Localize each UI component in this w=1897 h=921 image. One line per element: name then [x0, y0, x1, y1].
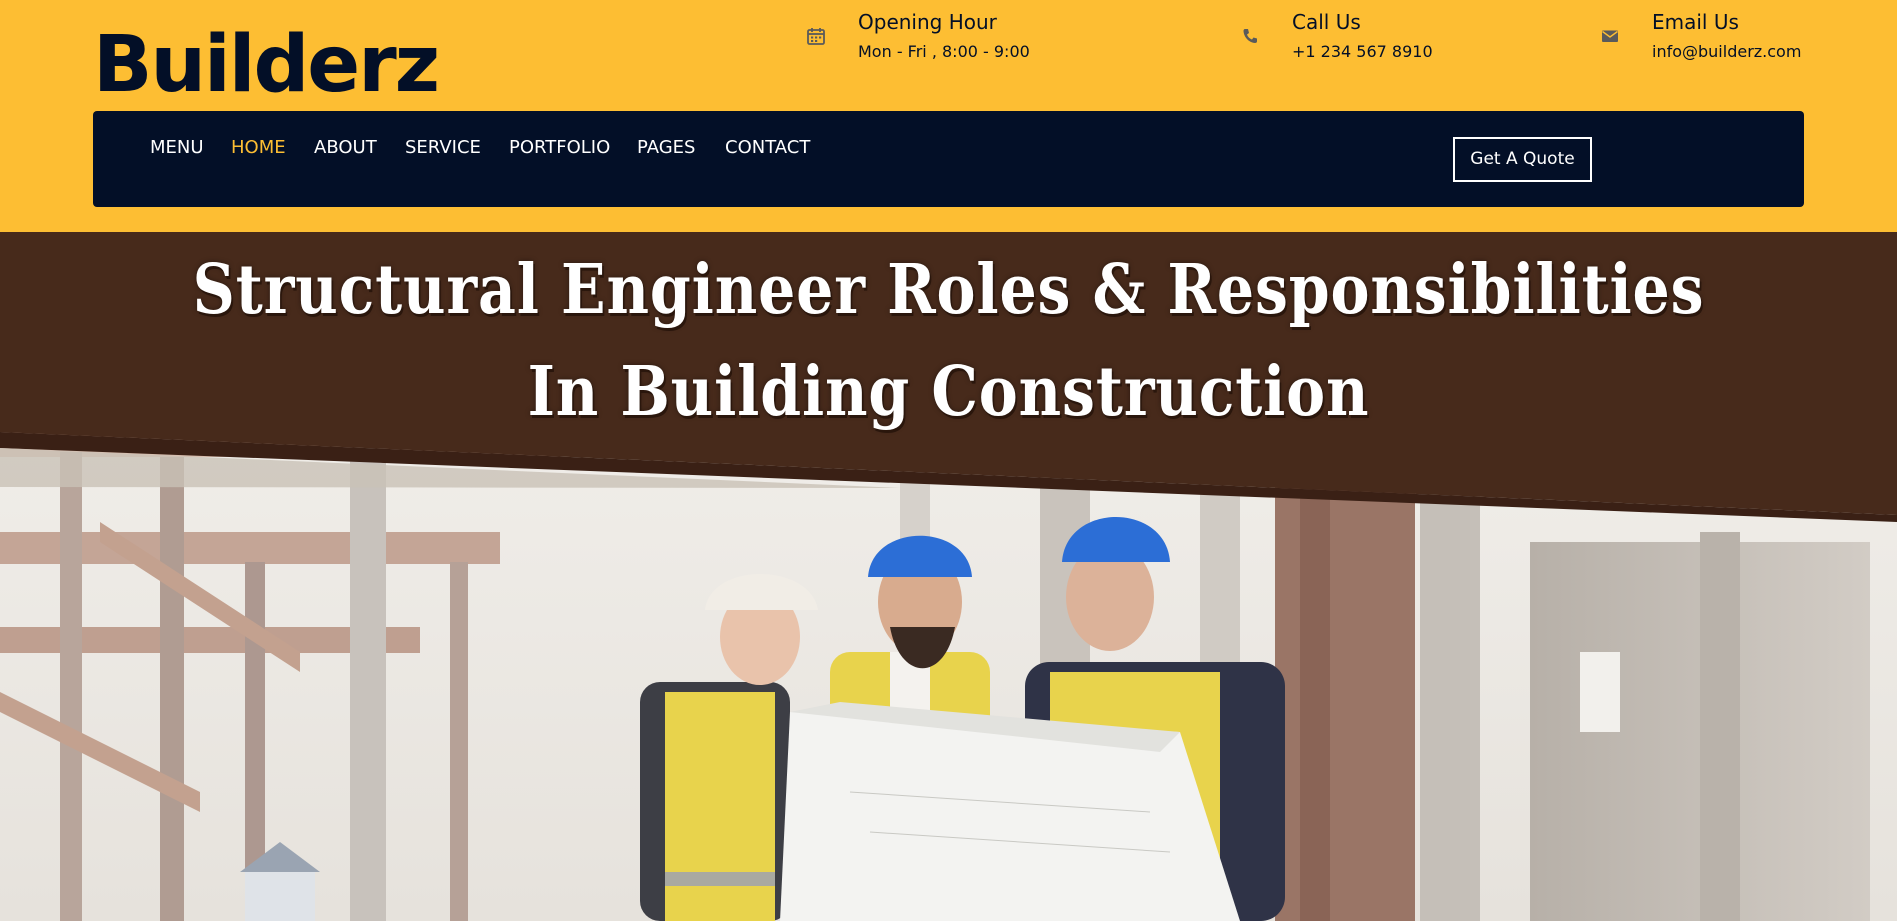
email-us-address[interactable]: info@builderz.com	[1652, 42, 1801, 61]
site-logo[interactable]: Builderz	[93, 22, 440, 108]
opening-hours-value: Mon - Fri , 8:00 - 9:00	[858, 42, 1030, 61]
nav-item-menu[interactable]: MENU	[150, 137, 204, 158]
opening-hours-title: Opening Hour	[858, 10, 997, 34]
hero-image	[0, 232, 1897, 921]
call-us-title: Call Us	[1292, 10, 1361, 34]
nav-item-portfolio[interactable]: PORTFOLIO	[509, 137, 610, 158]
top-header: Builderz Opening Hour Mon - Fri , 8:00 -…	[0, 0, 1897, 232]
calendar-icon	[806, 26, 828, 48]
envelope-icon	[1600, 26, 1622, 48]
get-a-quote-button[interactable]: Get A Quote	[1453, 137, 1592, 182]
nav-item-about[interactable]: ABOUT	[314, 137, 377, 158]
nav-item-pages[interactable]: PAGES	[637, 137, 695, 158]
nav-item-contact[interactable]: CONTACT	[725, 137, 810, 158]
call-us-number[interactable]: +1 234 567 8910	[1292, 42, 1433, 61]
nav-item-service[interactable]: SERVICE	[405, 137, 481, 158]
hero-banner	[0, 232, 1897, 921]
phone-icon	[1240, 26, 1262, 48]
main-navbar: MENU HOME ABOUT SERVICE PORTFOLIO PAGES …	[93, 111, 1804, 207]
hero-headline-line1: Structural Engineer Roles & Responsibili…	[192, 250, 1705, 330]
email-us-title: Email Us	[1652, 10, 1739, 34]
nav-item-home[interactable]: HOME	[231, 137, 286, 158]
hero-headline-line2: In Building Construction	[527, 352, 1370, 432]
